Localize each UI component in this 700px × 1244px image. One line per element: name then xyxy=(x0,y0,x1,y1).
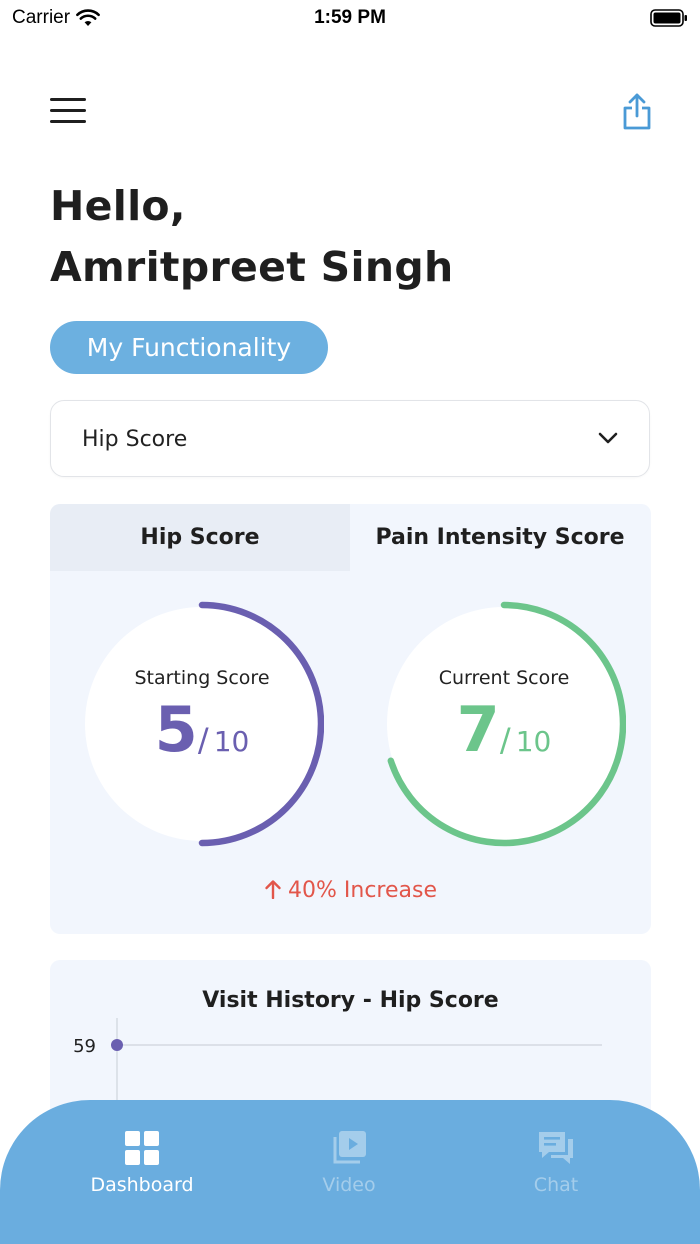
status-time: 1:59 PM xyxy=(314,7,386,28)
tab-dashboard[interactable]: Dashboard xyxy=(52,1130,232,1196)
current-score-separator: / xyxy=(499,721,511,759)
greeting: Hello, Amritpreet Singh xyxy=(50,176,454,298)
score-change: 40% Increase xyxy=(50,878,651,903)
score-change-text: 40% Increase xyxy=(288,878,437,903)
tab-chat[interactable]: Chat xyxy=(466,1130,646,1196)
current-score-max: 10 xyxy=(515,725,552,758)
hamburger-menu-icon[interactable] xyxy=(50,96,86,126)
score-type-dropdown[interactable]: Hip Score xyxy=(50,400,650,477)
arrow-up-icon xyxy=(265,880,281,900)
video-play-icon xyxy=(333,1131,366,1164)
bottom-tab-bar: Dashboard Video Chat xyxy=(0,1100,700,1244)
tab-dashboard-label: Dashboard xyxy=(90,1174,194,1196)
current-score-gauge: Current Score 7/ 10 xyxy=(382,601,626,847)
dropdown-selected-value: Hip Score xyxy=(82,427,188,452)
starting-score-max: 10 xyxy=(213,725,250,758)
starting-score-separator: / xyxy=(197,721,209,759)
starting-score-gauge: Starting Score 5/ 10 xyxy=(80,601,324,847)
chat-bubble-icon xyxy=(539,1132,573,1164)
tab-hip-score[interactable]: Hip Score xyxy=(50,504,350,571)
data-point xyxy=(111,1039,123,1051)
starting-score-caption: Starting Score xyxy=(134,667,270,689)
current-score-value-block: 7/ 10 xyxy=(382,693,626,766)
dashboard-grid-icon xyxy=(125,1131,159,1165)
current-score-caption: Current Score xyxy=(438,667,570,689)
tab-video[interactable]: Video xyxy=(259,1130,439,1196)
y-tick-label: 59 xyxy=(73,1036,96,1057)
user-name: Amritpreet Singh xyxy=(50,243,454,291)
score-card: Hip Score Pain Intensity Score Starting … xyxy=(50,504,651,934)
starting-score-value-block: 5/ 10 xyxy=(80,693,324,766)
tab-pain-intensity-score[interactable]: Pain Intensity Score xyxy=(350,504,650,571)
battery-icon xyxy=(650,9,687,27)
share-icon[interactable] xyxy=(620,92,654,132)
greeting-hello: Hello, xyxy=(50,182,186,230)
status-bar: Carrier 1:59 PM xyxy=(0,0,700,36)
chevron-down-icon xyxy=(598,432,618,444)
current-score-value: 7 xyxy=(456,693,500,766)
tab-chat-label: Chat xyxy=(533,1174,579,1196)
starting-score-value: 5 xyxy=(154,693,198,766)
tab-video-label: Video xyxy=(322,1174,376,1196)
my-functionality-button[interactable]: My Functionality xyxy=(50,321,328,374)
